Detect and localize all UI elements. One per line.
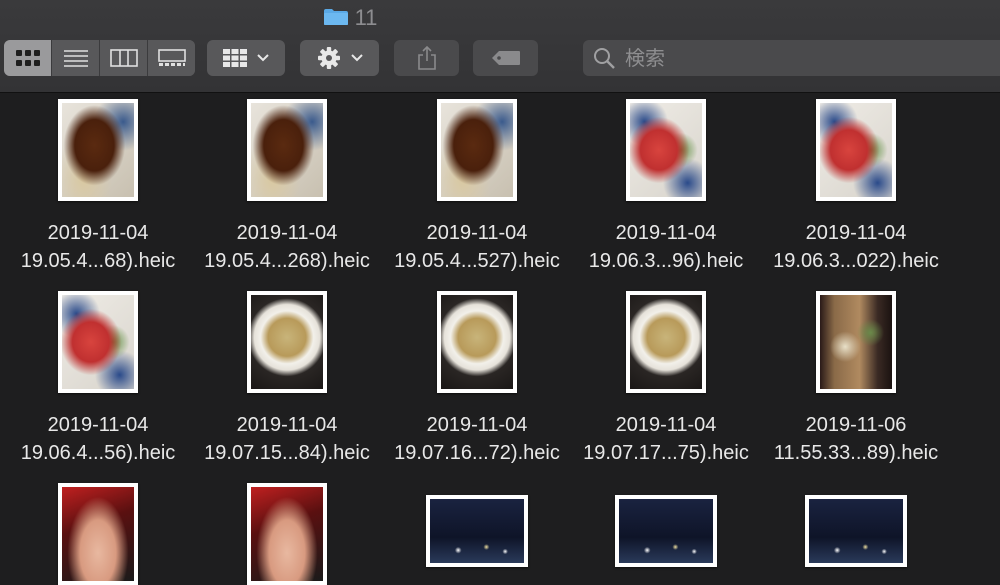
group-by-button[interactable] bbox=[207, 40, 285, 76]
file-thumbnail[interactable] bbox=[626, 99, 706, 201]
file-thumbnail[interactable] bbox=[805, 495, 907, 567]
file-thumbnail[interactable] bbox=[615, 495, 717, 567]
file-thumbnail[interactable] bbox=[247, 291, 327, 393]
file-name-line2: 19.06.3...96).heic bbox=[588, 250, 744, 272]
file-name-line1: 2019-11-04 bbox=[615, 414, 717, 436]
search-input[interactable] bbox=[623, 45, 967, 71]
photo-preview bbox=[441, 295, 513, 389]
file-thumbnail[interactable] bbox=[247, 99, 327, 201]
file-name-line2: 11.55.33...89).heic bbox=[773, 442, 939, 464]
action-menu-button[interactable] bbox=[300, 40, 379, 76]
file-thumbnail[interactable] bbox=[426, 495, 528, 567]
share-button[interactable] bbox=[394, 40, 459, 76]
file-thumbnail[interactable] bbox=[626, 291, 706, 393]
photo-preview bbox=[251, 295, 323, 389]
file-name-line1: 2019-11-04 bbox=[236, 222, 338, 244]
photo-preview bbox=[820, 295, 892, 389]
photo-preview bbox=[62, 295, 134, 389]
file-name-line2: 19.06.3...022).heic bbox=[773, 250, 939, 272]
file-name-line1: 2019-11-06 bbox=[805, 414, 907, 436]
file-thumbnail[interactable] bbox=[437, 99, 517, 201]
photo-preview bbox=[62, 487, 134, 581]
file-name-line2: 19.06.4...56).heic bbox=[20, 442, 176, 464]
file-grid: 2019-11-04 19.05.4...68).heic 2019-11-04 19… bbox=[0, 93, 1000, 585]
window-title: 11 bbox=[0, 4, 700, 31]
file-thumbnail[interactable] bbox=[247, 483, 327, 585]
file-thumbnail[interactable] bbox=[816, 99, 896, 201]
photo-preview bbox=[630, 295, 702, 389]
tag-icon bbox=[491, 51, 520, 65]
file-name-line2: 19.07.15...84).heic bbox=[204, 442, 370, 464]
column-view-icon bbox=[109, 49, 138, 67]
gear-icon bbox=[317, 47, 340, 69]
folder-icon bbox=[323, 9, 348, 25]
file-thumbnail[interactable] bbox=[58, 483, 138, 585]
file-thumbnail[interactable] bbox=[58, 99, 138, 201]
photo-preview bbox=[430, 499, 524, 563]
share-icon bbox=[417, 46, 436, 70]
file-name-line1: 2019-11-04 bbox=[615, 222, 717, 244]
tag-button[interactable] bbox=[473, 40, 538, 76]
list-view-button[interactable] bbox=[52, 40, 100, 76]
file-thumbnail[interactable] bbox=[437, 291, 517, 393]
photo-preview bbox=[820, 103, 892, 197]
photo-preview bbox=[251, 103, 323, 197]
file-name-line2: 19.07.17...75).heic bbox=[583, 442, 749, 464]
gallery-view-icon bbox=[157, 49, 186, 66]
file-name-line1: 2019-11-04 bbox=[426, 222, 528, 244]
list-view-icon bbox=[63, 50, 88, 67]
file-name-line1: 2019-11-04 bbox=[47, 222, 149, 244]
search-field[interactable] bbox=[583, 40, 1000, 76]
view-mode-control bbox=[4, 40, 195, 76]
chevron-down-icon bbox=[350, 54, 363, 62]
chevron-down-icon bbox=[257, 54, 269, 62]
photo-preview bbox=[630, 103, 702, 197]
file-name-line2: 19.05.4...527).heic bbox=[394, 250, 560, 272]
window-title-text: 11 bbox=[354, 5, 378, 31]
file-name-line2: 19.05.4...268).heic bbox=[204, 250, 370, 272]
file-name-line1: 2019-11-04 bbox=[805, 222, 907, 244]
gallery-view-button[interactable] bbox=[148, 40, 195, 76]
icon-view-button[interactable] bbox=[4, 40, 52, 76]
photo-preview bbox=[251, 487, 323, 581]
icon-view-grid-icon bbox=[15, 50, 40, 66]
file-name-line1: 2019-11-04 bbox=[426, 414, 528, 436]
column-view-button[interactable] bbox=[100, 40, 148, 76]
file-thumbnail[interactable] bbox=[816, 291, 896, 393]
search-icon bbox=[594, 48, 615, 69]
photo-preview bbox=[619, 499, 713, 563]
file-name-line1: 2019-11-04 bbox=[47, 414, 149, 436]
group-grid-icon bbox=[223, 49, 247, 67]
photo-preview bbox=[809, 499, 903, 563]
file-name-line1: 2019-11-04 bbox=[236, 414, 338, 436]
file-name-line2: 19.05.4...68).heic bbox=[20, 250, 176, 272]
window-toolbar: 11 bbox=[0, 0, 1000, 93]
file-thumbnail[interactable] bbox=[58, 291, 138, 393]
photo-preview bbox=[441, 103, 513, 197]
file-name-line2: 19.07.16...72).heic bbox=[394, 442, 560, 464]
photo-preview bbox=[62, 103, 134, 197]
